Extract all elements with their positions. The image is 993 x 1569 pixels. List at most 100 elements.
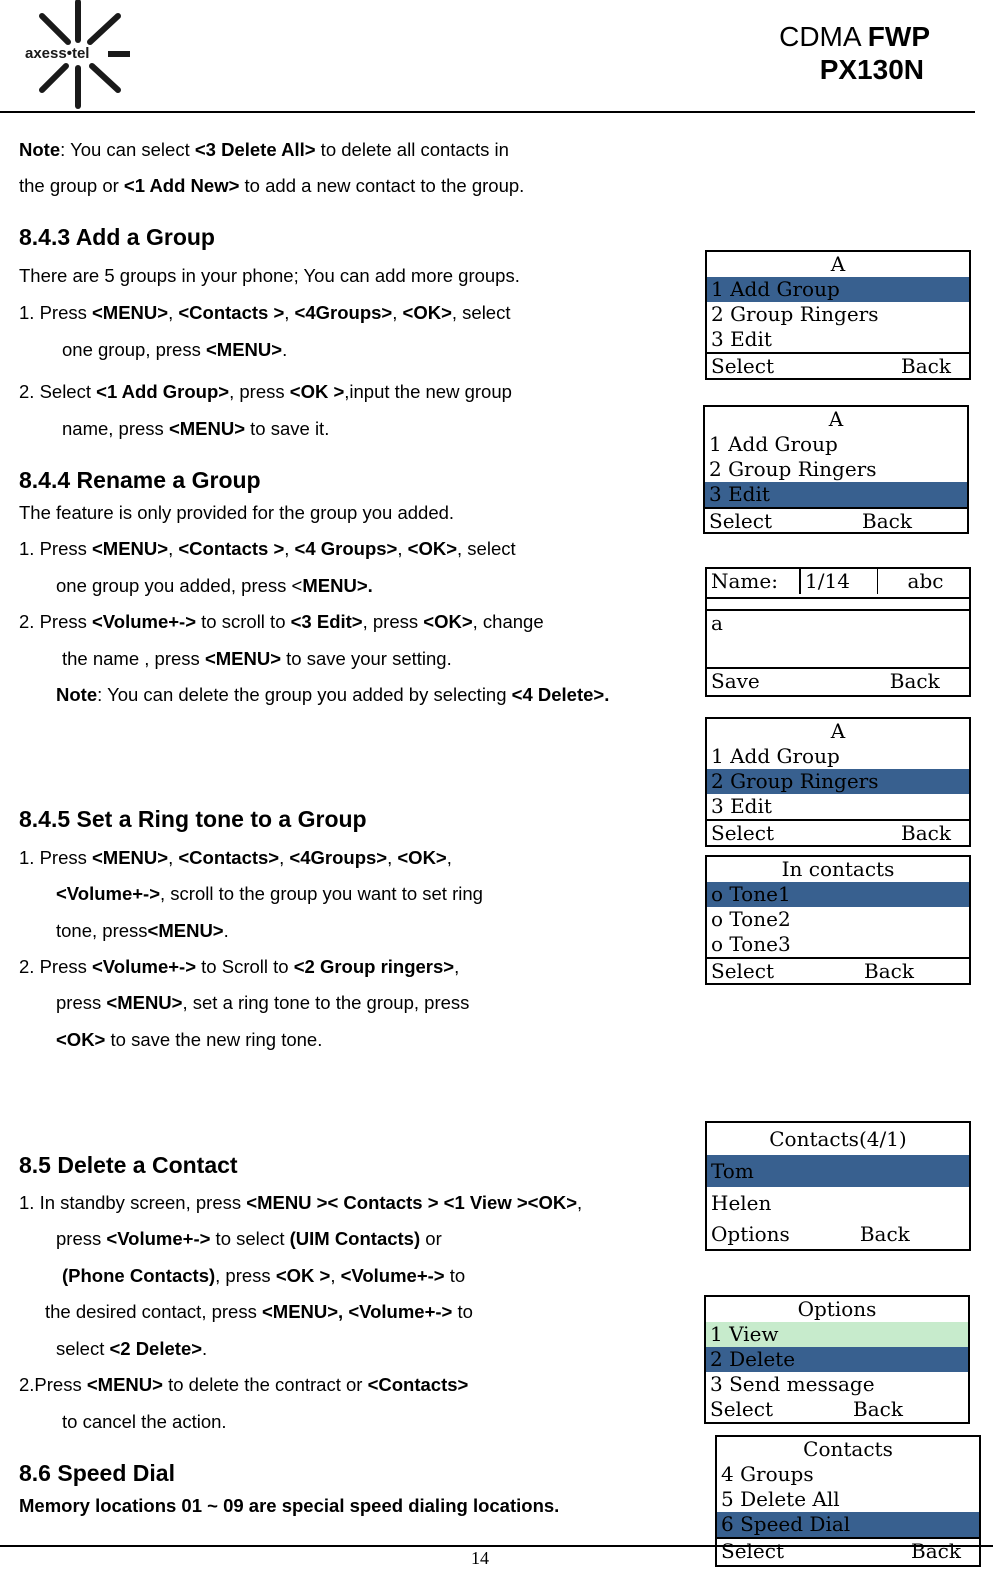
option-item[interactable]: 2 Delete (706, 1347, 968, 1372)
screen-tones: In contacts o Tone1 o Tone2 o Tone3 Sele… (705, 855, 971, 985)
heading-ring-tone: 8.4.5 Set a Ring tone to a Group (19, 806, 367, 832)
menu-item[interactable]: 6 Speed Dial (717, 1512, 979, 1537)
menu-item[interactable]: 2 Group Ringers (705, 457, 967, 482)
screen-title: Contacts (803, 1437, 893, 1461)
softkey-select[interactable]: Select (711, 821, 774, 844)
menu-item[interactable]: 5 Delete All (717, 1487, 979, 1512)
option-item[interactable]: 3 Send message (706, 1372, 968, 1397)
softkey-bar: Select Back (705, 507, 967, 532)
menu-item[interactable]: 3 Edit (707, 794, 969, 819)
delete-line-3: (Phone Contacts), press <OK >, <Volume+-… (62, 1265, 466, 1286)
tone-item[interactable]: o Tone2 (707, 907, 969, 932)
softkey-back[interactable]: Back (911, 1539, 961, 1562)
softkey-back[interactable]: Back (901, 354, 951, 377)
softkey-bar: Select Back (717, 1537, 979, 1562)
screen-title: Options (797, 1297, 877, 1321)
name-input[interactable]: a (707, 611, 969, 669)
softkey-bar: Select Back (707, 957, 969, 982)
rename-step2: 2. Press <Volume+-> to scroll to <3 Edit… (19, 611, 544, 632)
softkey-bar: Save Back (707, 669, 969, 694)
softkey-back[interactable]: Back (864, 959, 914, 982)
add-group-step2-cont: name, press <MENU> to save it. (62, 418, 330, 439)
menu-item[interactable]: 4 Groups (717, 1462, 979, 1487)
rename-note: Note: You can delete the group you added… (56, 684, 610, 705)
screen-title: In contacts (781, 857, 895, 881)
name-edit-header: Name: 1/14 abc (707, 569, 969, 599)
softkey-back[interactable]: Back (853, 1397, 903, 1422)
delete-line-6: 2.Press <MENU> to delete the contract or… (19, 1374, 469, 1395)
brand-name: axess•tel (24, 45, 91, 62)
header-divider (0, 111, 975, 113)
screen-title: A (830, 252, 846, 276)
ring-step2: 2. Press <Volume+-> to Scroll to <2 Grou… (19, 956, 460, 977)
rename-step2-cont: the name , press <MENU> to save your set… (62, 648, 452, 669)
screen-name-edit: Name: 1/14 abc a Save Back (705, 567, 971, 697)
softkey-bar: Select Back (707, 352, 969, 377)
add-group-step1-cont: one group, press <MENU>. (62, 339, 288, 360)
ring-step1: 1. Press <MENU>, <Contacts>, <4Groups>, … (19, 847, 452, 868)
header-model: PX130N (819, 54, 924, 85)
axesstel-logo: axess•tel (22, 0, 132, 110)
name-label: Name: (711, 569, 778, 593)
add-group-step2: 2. Select <1 Add Group>, press <OK >,inp… (19, 381, 512, 402)
add-group-step1: 1. Press <MENU>, <Contacts >, <4Groups>,… (19, 302, 511, 323)
option-item[interactable]: 1 View (706, 1322, 968, 1347)
menu-item[interactable]: 2 Group Ringers (707, 769, 969, 794)
add-group-intro: There are 5 groups in your phone; You ca… (19, 265, 520, 286)
menu-item[interactable]: 2 Group Ringers (707, 302, 969, 327)
rename-intro: The feature is only provided for the gro… (19, 502, 455, 523)
input-mode[interactable]: abc (877, 569, 969, 594)
heading-speed-dial: 8.6 Speed Dial (19, 1460, 175, 1486)
header-title-bold: FWP (867, 21, 930, 52)
delete-line-2: press <Volume+-> to select (UIM Contacts… (56, 1228, 442, 1249)
softkey-select[interactable]: Select (711, 959, 774, 982)
rename-step1: 1. Press <MENU>, <Contacts >, <4 Groups>… (19, 538, 516, 559)
screen-group-menu-ringers: A 1 Add Group 2 Group Ringers 3 Edit Sel… (705, 717, 971, 847)
tone-item[interactable]: o Tone3 (707, 932, 969, 957)
ring-step1-cont-1: <Volume+->, scroll to the group you want… (56, 883, 483, 904)
softkey-select[interactable]: Select (709, 509, 772, 532)
contact-item[interactable]: Tom (707, 1155, 969, 1187)
screen-title: A (828, 407, 844, 431)
softkey-options[interactable]: Options (711, 1219, 790, 1249)
menu-item[interactable]: 3 Edit (705, 482, 967, 507)
menu-item[interactable]: 1 Add Group (707, 744, 969, 769)
softkey-back[interactable]: Back (890, 669, 940, 694)
char-counter: 1/14 (799, 569, 877, 594)
softkey-bar: Select Back (707, 819, 969, 844)
screen-contacts-menu: Contacts 4 Groups 5 Delete All 6 Speed D… (715, 1435, 981, 1567)
note-line-2: the group or <1 Add New> to add a new co… (19, 175, 525, 196)
heading-add-group: 8.4.3 Add a Group (19, 224, 215, 250)
heading-rename-group: 8.4.4 Rename a Group (19, 467, 261, 493)
softkey-save[interactable]: Save (711, 669, 760, 694)
contact-item[interactable]: Helen (707, 1187, 969, 1219)
softkey-select[interactable]: Select (721, 1539, 784, 1562)
screen-contacts-list: Contacts(4/1) Tom Helen Options Back (705, 1121, 971, 1251)
softkey-back[interactable]: Back (901, 821, 951, 844)
speed-dial-text: Memory locations 01 ~ 09 are special spe… (19, 1495, 560, 1516)
menu-item[interactable]: 1 Add Group (707, 277, 969, 302)
screen-title: A (830, 719, 846, 743)
menu-item[interactable]: 1 Add Group (705, 432, 967, 457)
heading-delete-contact: 8.5 Delete a Contact (19, 1152, 238, 1178)
screen-options: Options 1 View 2 Delete 3 Send message S… (704, 1295, 970, 1424)
note-line-1: Note: You can select <3 Delete All> to d… (19, 139, 509, 160)
softkey-select[interactable]: Select (710, 1397, 773, 1422)
delete-line-1: 1. In standby screen, press <MENU >< Con… (19, 1192, 583, 1213)
softkey-back[interactable]: Back (862, 509, 912, 532)
softkey-back[interactable]: Back (860, 1219, 910, 1249)
ring-step2-cont-1: press <MENU>, set a ring tone to the gro… (56, 992, 470, 1013)
header-title-prefix: CDMA (779, 21, 860, 52)
delete-line-4: the desired contact, press <MENU>, <Volu… (45, 1301, 473, 1322)
delete-line-7: to cancel the action. (62, 1411, 227, 1432)
tone-item[interactable]: o Tone1 (707, 882, 969, 907)
page-number: 14 (471, 1548, 489, 1568)
screen-group-menu-add: A 1 Add Group 2 Group Ringers 3 Edit Sel… (705, 250, 971, 380)
menu-item[interactable]: 3 Edit (707, 327, 969, 352)
footer-divider (0, 1545, 993, 1547)
header-title: CDMA FWP (700, 20, 930, 54)
ring-step1-cont-2: tone, press<MENU>. (56, 920, 229, 941)
softkey-bar: Select Back (706, 1397, 968, 1422)
delete-line-5: select <2 Delete>. (56, 1338, 208, 1359)
softkey-select[interactable]: Select (711, 354, 774, 377)
